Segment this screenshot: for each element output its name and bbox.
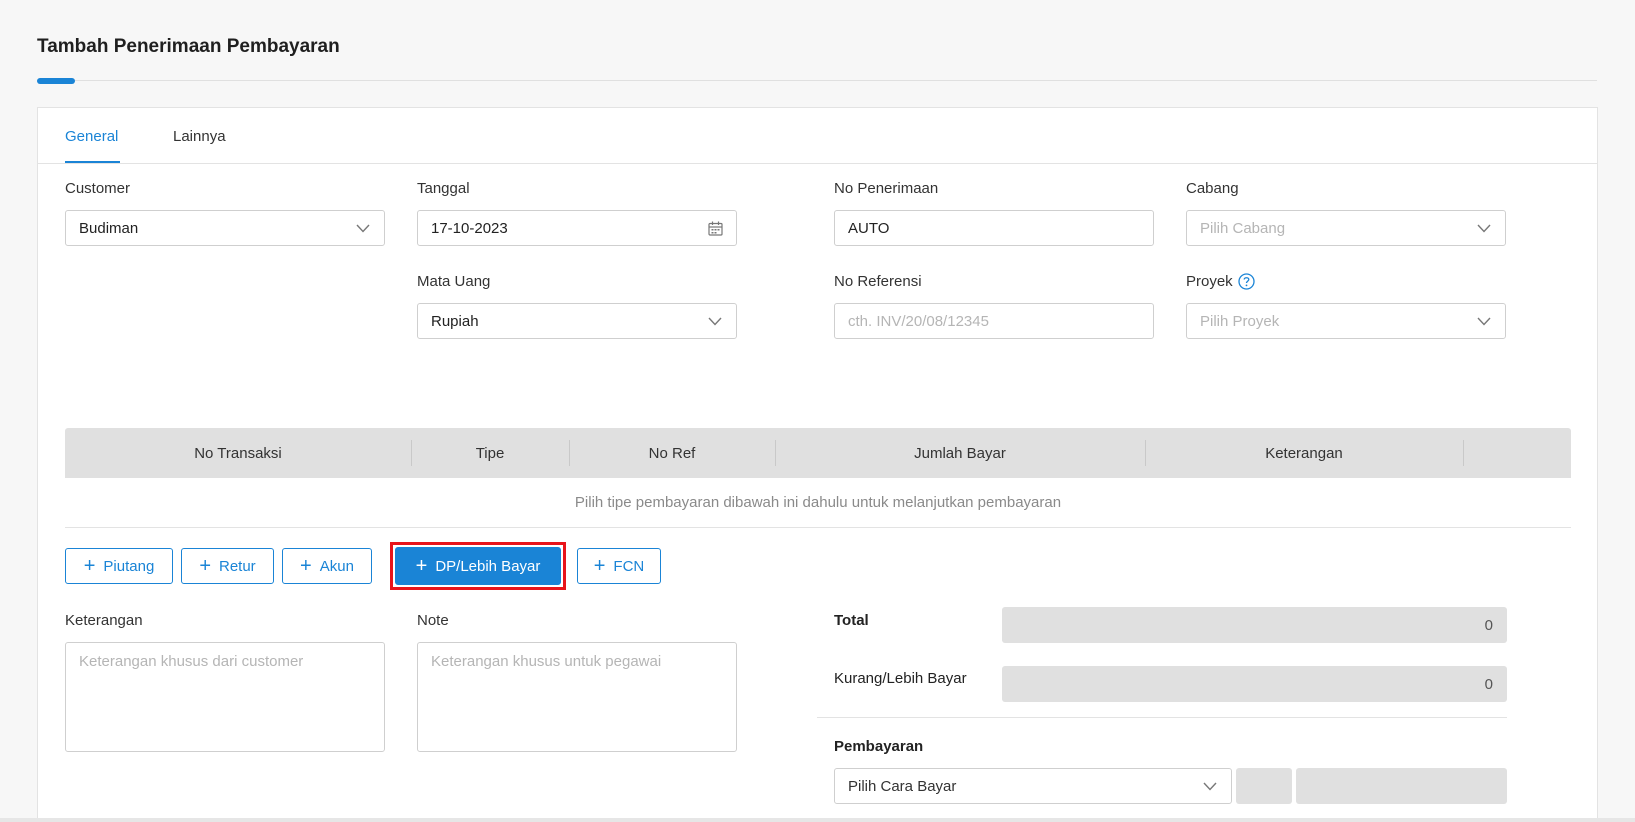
kurang-lebih-value: 0 [1002, 666, 1507, 702]
proyek-label: Proyek [1186, 273, 1233, 290]
total-label: Total [834, 612, 869, 629]
payment-amount-box [1296, 768, 1507, 804]
page-title: Tambah Penerimaan Pembayaran [37, 36, 340, 57]
add-retur-label: Retur [219, 557, 256, 575]
window-bottom-edge [0, 818, 1635, 822]
chevron-down-icon [1476, 220, 1492, 236]
mata-uang-label: Mata Uang [417, 273, 491, 290]
add-dp-lebih-bayar-button[interactable]: + DP/Lebih Bayar [395, 547, 561, 585]
chevron-down-icon [355, 220, 371, 236]
plus-icon: + [593, 555, 606, 577]
plus-icon: + [415, 555, 428, 577]
column-keterangan: Keterangan [1265, 444, 1343, 462]
no-penerimaan-label: No Penerimaan [834, 180, 939, 197]
summary-divider [817, 717, 1507, 718]
add-akun-button[interactable]: + Akun [282, 548, 372, 584]
cabang-placeholder: Pilih Cabang [1200, 219, 1286, 237]
cara-bayar-select[interactable]: Pilih Cara Bayar [834, 768, 1232, 804]
column-divider [1463, 440, 1464, 466]
column-no-transaksi: No Transaksi [194, 444, 282, 462]
page: Tambah Penerimaan Pembayaran General Lai… [0, 0, 1635, 822]
add-retur-button[interactable]: + Retur [181, 548, 274, 584]
question-circle-icon[interactable] [1238, 273, 1255, 290]
tab-lainnya[interactable]: Lainnya [173, 128, 226, 145]
customer-value: Budiman [79, 219, 139, 237]
proyek-label-group: Proyek [1186, 273, 1255, 290]
no-penerimaan-input[interactable]: AUTO [834, 210, 1154, 246]
column-no-ref: No Ref [648, 444, 696, 462]
payment-currency-box [1236, 768, 1292, 804]
column-jumlah-bayar: Jumlah Bayar [914, 444, 1006, 462]
tanggal-date-input[interactable]: 17-10-2023 [417, 210, 737, 246]
form-card: General Lainnya Customer Budiman Tanggal… [37, 107, 1598, 822]
add-fcn-button[interactable]: + FCN [577, 548, 661, 584]
add-piutang-label: Piutang [103, 557, 155, 575]
proyek-placeholder: Pilih Proyek [1200, 312, 1280, 330]
title-accent-bar [37, 78, 75, 84]
calendar-icon[interactable] [707, 220, 723, 236]
customer-select[interactable]: Budiman [65, 210, 385, 246]
column-tipe: Tipe [475, 444, 505, 462]
no-referensi-input[interactable]: cth. INV/20/08/12345 [834, 303, 1154, 339]
plus-icon: + [199, 555, 211, 577]
note-textarea[interactable]: Keterangan khusus untuk pegawai [417, 642, 737, 752]
pembayaran-label: Pembayaran [834, 738, 924, 755]
cabang-select[interactable]: Pilih Cabang [1186, 210, 1506, 246]
no-penerimaan-value: AUTO [848, 219, 890, 237]
total-value: 0 [1002, 607, 1507, 643]
tab-general[interactable]: General [65, 128, 118, 145]
proyek-select[interactable]: Pilih Proyek [1186, 303, 1506, 339]
keterangan-label: Keterangan [65, 612, 143, 629]
transactions-table-header: No Transaksi Tipe No Ref Jumlah Bayar Ke… [65, 428, 1571, 478]
tanggal-value: 17-10-2023 [431, 219, 508, 237]
add-akun-label: Akun [319, 557, 354, 575]
title-divider [37, 80, 1597, 81]
customer-label: Customer [65, 180, 131, 197]
add-piutang-button[interactable]: + Piutang [65, 548, 173, 584]
cara-bayar-placeholder: Pilih Cara Bayar [848, 777, 957, 795]
chevron-down-icon [1476, 313, 1492, 329]
plus-icon: + [300, 555, 312, 577]
no-referensi-placeholder: cth. INV/20/08/12345 [848, 312, 989, 330]
active-tab-indicator [65, 161, 120, 163]
keterangan-textarea[interactable]: Keterangan khusus dari customer [65, 642, 385, 752]
note-label: Note [417, 612, 449, 629]
plus-icon: + [83, 555, 96, 577]
add-dp-lebih-bayar-label: DP/Lebih Bayar [435, 557, 541, 575]
add-fcn-label: FCN [613, 557, 645, 575]
tab-bar: General Lainnya [38, 108, 1597, 164]
mata-uang-value: Rupiah [431, 312, 479, 330]
table-empty-message: Pilih tipe pembayaran dibawah ini dahulu… [65, 478, 1571, 528]
kurang-lebih-label: Kurang/Lebih Bayar [834, 670, 967, 687]
tanggal-label: Tanggal [417, 180, 470, 197]
chevron-down-icon [707, 313, 723, 329]
no-referensi-label: No Referensi [834, 273, 922, 290]
cabang-label: Cabang [1186, 180, 1239, 197]
mata-uang-select[interactable]: Rupiah [417, 303, 737, 339]
chevron-down-icon [1202, 778, 1218, 794]
